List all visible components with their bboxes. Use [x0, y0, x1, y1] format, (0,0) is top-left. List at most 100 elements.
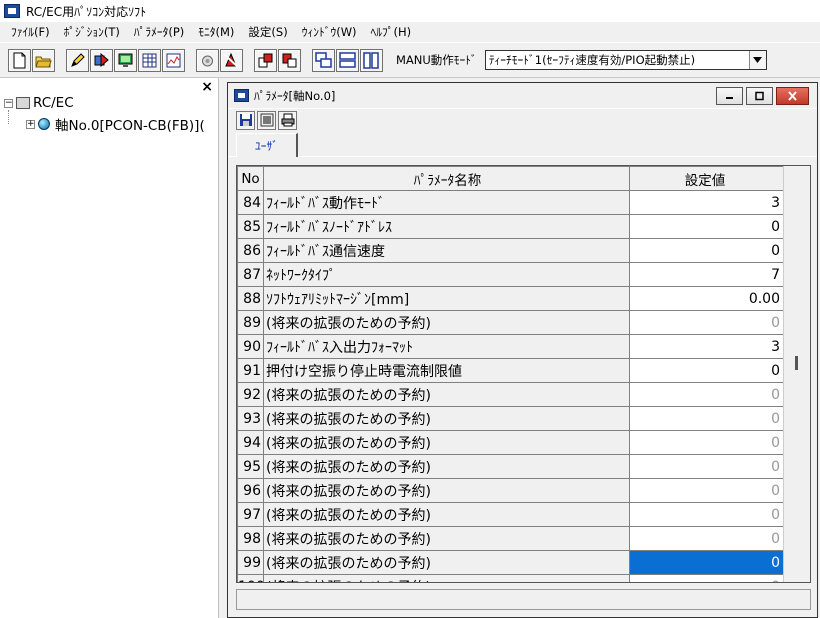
table-row[interactable]: 92 (将来の拡張のための予約) 0	[237, 382, 784, 407]
servo-button[interactable]	[196, 48, 219, 72]
table-row[interactable]: 95 (将来の拡張のための予約) 0	[237, 454, 784, 479]
param-name-cell: ﾌｨｰﾙﾄﾞﾊﾞｽ通信速度	[263, 238, 630, 263]
table-row[interactable]: 98 (将来の拡張のための予約) 0	[237, 526, 784, 551]
param-value-cell[interactable]: 3	[629, 190, 784, 215]
param-value-cell[interactable]: 0	[629, 454, 784, 479]
maximize-icon	[755, 91, 764, 100]
menu-position[interactable]: ﾎﾟｼﾞｼｮﾝ(T)	[57, 24, 127, 40]
table-row[interactable]: 89 (将来の拡張のための予約) 0	[237, 310, 784, 335]
app-title: RC/EC用ﾊﾟｿｺﾝ対応ｿﾌﾄ	[26, 4, 147, 19]
param-value-cell[interactable]: 0	[629, 430, 784, 455]
table-row[interactable]: 93 (将来の拡張のための予約) 0	[237, 406, 784, 431]
param-no-cell: 98	[237, 526, 264, 551]
table-row[interactable]: 91 押付け空振り停止時電流制限値 0	[237, 358, 784, 383]
param-value-cell[interactable]: 0	[629, 502, 784, 527]
param-value-cell[interactable]: 0	[629, 406, 784, 431]
table-row[interactable]: 88 ｿﾌﾄｳｪｱﾘﾐｯﾄﾏｰｼﾞﾝ[mm] 0.00	[237, 286, 784, 311]
param-value-cell[interactable]: 0	[629, 382, 784, 407]
menu-help[interactable]: ﾍﾙﾌﾟ(H)	[364, 24, 419, 40]
table-row[interactable]: 94 (将来の拡張のための予約) 0	[237, 430, 784, 455]
param-value-cell[interactable]: 0	[629, 310, 784, 335]
save-icon	[239, 114, 252, 126]
upload-button[interactable]	[254, 48, 277, 72]
parameter-table: No ﾊﾟﾗﾒｰﾀ名称 設定値 84 ﾌｨｰﾙﾄﾞﾊﾞｽ動作ﾓｰﾄﾞ 3 85 ﾌｨｰﾙ…	[237, 166, 784, 582]
param-value-cell[interactable]: 0.00	[629, 286, 784, 311]
param-name-cell: (将来の拡張のための予約)	[263, 502, 630, 527]
param-no-cell: 90	[237, 334, 264, 359]
param-no-cell: 97	[237, 502, 264, 527]
window-icon	[234, 89, 249, 102]
collapse-icon[interactable]: −	[4, 98, 13, 108]
save-button[interactable]	[236, 110, 255, 130]
axis-status-icon	[38, 118, 50, 130]
tree-root-node[interactable]: − RC/EC	[4, 95, 74, 111]
table-row[interactable]: 97 (将来の拡張のための予約) 0	[237, 502, 784, 527]
param-value-cell[interactable]: 0	[629, 574, 784, 582]
cascade-icon	[315, 51, 332, 68]
manu-mode-select[interactable]: ﾃｨｰﾁﾓｰﾄﾞ1(ｾｰﾌﾃｨ速度有効/PIO起動禁止)	[484, 50, 767, 70]
param-value-cell[interactable]: 7	[629, 262, 784, 287]
menu-window[interactable]: ｳｨﾝﾄﾞｳ(W)	[295, 24, 364, 40]
new-file-button[interactable]	[8, 48, 31, 72]
tree-axis-node[interactable]: + 軸No.0[PCON-CB(FB)](	[26, 114, 205, 134]
minimize-button[interactable]	[716, 86, 743, 105]
new-file-icon	[13, 52, 26, 68]
tree-close-icon[interactable]: ×	[201, 79, 213, 95]
graph-button[interactable]	[162, 48, 185, 72]
table-row[interactable]: 84 ﾌｨｰﾙﾄﾞﾊﾞｽ動作ﾓｰﾄﾞ 3	[237, 190, 784, 215]
tile-vertical-button[interactable]	[360, 48, 383, 72]
scrollbar-thumb[interactable]	[795, 356, 798, 370]
table-row[interactable]: 87 ﾈｯﾄﾜｰｸﾀｲﾌﾟ 7	[237, 262, 784, 287]
alarm-reset-button[interactable]	[220, 48, 243, 72]
param-value-cell[interactable]: 0	[629, 526, 784, 551]
edit-button[interactable]	[66, 48, 89, 72]
jog-button[interactable]	[90, 48, 113, 72]
table-row[interactable]: 100(将来の拡張のための予約)0	[237, 574, 784, 582]
manu-mode-value: ﾃｨｰﾁﾓｰﾄﾞ1(ｾｰﾌﾃｨ速度有効/PIO起動禁止)	[488, 53, 696, 67]
monitor-button[interactable]	[114, 48, 137, 72]
table-row[interactable]: 86 ﾌｨｰﾙﾄﾞﾊﾞｽ通信速度 0	[237, 238, 784, 263]
open-file-button[interactable]	[32, 48, 55, 72]
param-name-cell: (将来の拡張のための予約)	[263, 526, 630, 551]
param-value-cell[interactable]: 0	[629, 358, 784, 383]
parameter-rows: 84 ﾌｨｰﾙﾄﾞﾊﾞｽ動作ﾓｰﾄﾞ 3 85 ﾌｨｰﾙﾄﾞﾊﾞｽﾉｰﾄﾞｱﾄﾞﾚｽ 0 8…	[237, 190, 784, 582]
expand-icon[interactable]: +	[26, 119, 35, 129]
table-button[interactable]	[138, 48, 161, 72]
parameter-tab-strip: ﾕｰｻﾞ	[228, 131, 817, 157]
param-value-cell[interactable]: 0	[629, 214, 784, 239]
menu-file[interactable]: ﾌｧｲﾙ(F)	[4, 24, 57, 40]
download-button[interactable]	[278, 48, 301, 72]
dropdown-arrow[interactable]	[748, 51, 766, 69]
param-value-cell[interactable]: 0	[629, 478, 784, 503]
table-row[interactable]: 99 (将来の拡張のための予約) 0	[237, 550, 784, 575]
edit-tools	[66, 48, 186, 72]
table-row[interactable]: 85 ﾌｨｰﾙﾄﾞﾊﾞｽﾉｰﾄﾞｱﾄﾞﾚｽ 0	[237, 214, 784, 239]
param-value-cell[interactable]: 0	[629, 238, 784, 263]
print-button[interactable]	[278, 110, 297, 130]
tab-user[interactable]: ﾕｰｻﾞ	[236, 133, 298, 157]
manu-mode-label: MANU動作ﾓｰﾄﾞ	[396, 53, 477, 67]
maximize-button[interactable]	[746, 86, 773, 105]
table-row[interactable]: 90 ﾌｨｰﾙﾄﾞﾊﾞｽ入出力ﾌｫｰﾏｯﾄ 3	[237, 334, 784, 359]
tile-horizontal-button[interactable]	[336, 48, 359, 72]
main-toolbar: MANU動作ﾓｰﾄﾞ ﾃｨｰﾁﾓｰﾄﾞ1(ｾｰﾌﾃｨ速度有効/PIO起動禁止)	[0, 42, 820, 78]
transfer-icon	[260, 113, 273, 127]
menu-monitor[interactable]: ﾓﾆﾀ(M)	[191, 24, 241, 40]
grid-scrollbar[interactable]	[783, 166, 810, 582]
param-value-cell[interactable]: 0	[629, 550, 784, 575]
menu-settings[interactable]: 設定(S)	[241, 24, 294, 40]
table-row[interactable]: 96 (将来の拡張のための予約) 0	[237, 478, 784, 503]
parameter-window-titlebar[interactable]: ﾊﾟﾗﾒｰﾀ[軸No.0]	[228, 83, 817, 109]
table-icon	[142, 53, 157, 67]
menu-parameter[interactable]: ﾊﾟﾗﾒｰﾀ(P)	[127, 24, 191, 40]
cascade-button[interactable]	[312, 48, 335, 72]
param-name-cell: (将来の拡張のための予約)	[263, 478, 630, 503]
tree-axis-label: 軸No.0[PCON-CB(FB)](	[55, 118, 205, 134]
param-value-cell[interactable]: 3	[629, 334, 784, 359]
transfer-button[interactable]	[257, 110, 276, 130]
window-controls	[713, 86, 809, 105]
monitor-icon	[118, 53, 133, 67]
chevron-down-icon	[753, 57, 763, 63]
param-name-cell: ﾈｯﾄﾜｰｸﾀｲﾌﾟ	[263, 262, 630, 287]
close-button[interactable]	[776, 86, 809, 105]
